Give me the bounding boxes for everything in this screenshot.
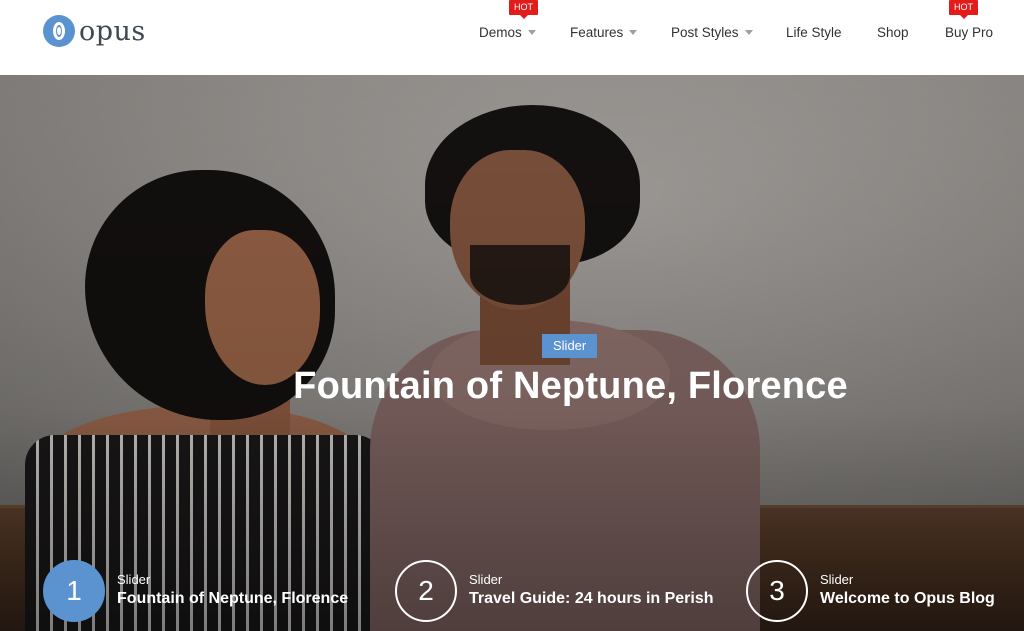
nav-item-shop[interactable]: Shop [877,22,909,42]
slide-category: Slider [117,572,151,587]
hero-title[interactable]: Fountain of Neptune, Florence [0,365,1024,408]
slide-nav-item-2[interactable]: 2 Slider Travel Guide: 24 hours in Peris… [395,558,714,624]
nav-item-post-styles[interactable]: Post Styles [671,22,753,42]
hero-slider[interactable]: Slider Fountain of Neptune, Florence 1 S… [0,75,1024,631]
chevron-down-icon [744,29,753,35]
site-header: opus HOT Demos Features Post Styles Life… [0,0,1024,75]
nav-label: Post Styles [671,24,739,40]
slide-text: Slider Welcome to Opus Blog [820,572,995,610]
hero-category-badge[interactable]: Slider [542,334,598,358]
slide-nav-item-3[interactable]: 3 Slider Welcome to Opus Blog [746,558,995,624]
hot-badge-buy-pro: HOT [949,0,978,19]
slide-number[interactable]: 3 [746,560,808,622]
slide-nav-item-1[interactable]: 1 Slider Fountain of Neptune, Florence [43,558,348,624]
slide-category: Slider [469,572,503,587]
nav-item-buy-pro[interactable]: Buy Pro [945,22,993,42]
slide-category: Slider [820,572,854,587]
slide-text: Slider Travel Guide: 24 hours in Perish [469,572,714,610]
nav-item-demos[interactable]: Demos [479,22,536,42]
nav-label: Shop [877,24,909,40]
slide-title[interactable]: Travel Guide: 24 hours in Perish [469,588,714,610]
nav-label: Demos [479,24,522,40]
nav-label: Buy Pro [945,24,994,40]
hero-overlay [0,75,1024,631]
nav-item-life-style[interactable]: Life Style [786,22,842,42]
main-nav: HOT Demos Features Post Styles Life Styl… [0,0,1024,75]
slider-pagination: 1 Slider Fountain of Neptune, Florence 2… [0,558,1024,628]
chevron-down-icon [629,29,638,35]
nav-label: Life Style [786,24,842,40]
slide-title[interactable]: Welcome to Opus Blog [820,588,995,610]
slide-title[interactable]: Fountain of Neptune, Florence [117,588,348,610]
slide-number[interactable]: 1 [43,560,105,622]
nav-label: Features [570,24,624,40]
chevron-down-icon [527,29,536,35]
slide-text: Slider Fountain of Neptune, Florence [117,572,348,610]
hot-badge-demos: HOT [509,0,538,19]
slide-number[interactable]: 2 [395,560,457,622]
nav-item-features[interactable]: Features [570,22,638,42]
